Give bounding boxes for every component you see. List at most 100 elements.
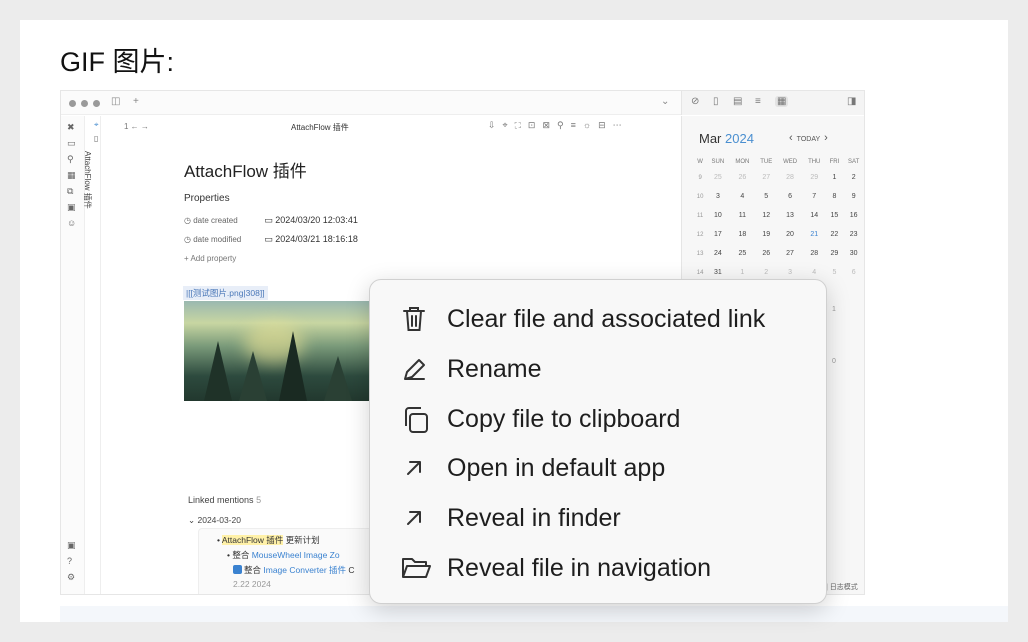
window-minimize-dot[interactable]: [81, 100, 88, 107]
note-title[interactable]: AttachFlow 插件: [184, 157, 307, 182]
calendar-day[interactable]: 25: [730, 244, 756, 263]
calendar-day[interactable]: 26: [730, 168, 756, 187]
graph-icon[interactable]: ⚲: [67, 154, 74, 165]
prev-month-button[interactable]: ‹: [789, 132, 793, 144]
calendar-day[interactable]: 2: [843, 168, 864, 187]
calendar-day[interactable]: 6: [777, 187, 803, 206]
calendar-day[interactable]: 5: [826, 263, 844, 282]
mention-line: • AttachFlow 插件 更新计划: [217, 535, 320, 545]
calendar-day[interactable]: 5: [755, 187, 777, 206]
calendar-day[interactable]: 3: [706, 187, 729, 206]
grid-icon[interactable]: ▦: [67, 170, 76, 181]
nav-history[interactable]: 1 ← →: [124, 122, 149, 131]
calendar-day[interactable]: 29: [826, 244, 844, 263]
calendar-day[interactable]: 8: [826, 187, 844, 206]
new-tab-icon[interactable]: +: [133, 96, 139, 107]
mention-line: • 整合 MouseWheel Image Zo: [227, 550, 340, 560]
week-number: 13: [696, 250, 704, 257]
calendar-day[interactable]: 24: [706, 244, 729, 263]
today-button[interactable]: TODAY: [797, 136, 820, 143]
next-month-button[interactable]: ›: [824, 132, 828, 144]
help-icon[interactable]: ?: [67, 556, 72, 566]
menu-item-copy-file[interactable]: Copy file to clipboard: [370, 394, 828, 442]
menu-item-clear-file[interactable]: Clear file and associated link: [370, 294, 828, 342]
page-heading: GIF 图片:: [60, 47, 174, 77]
calendar-day[interactable]: 21: [803, 225, 826, 244]
vertical-tab-title[interactable]: AttachFlow 插件: [82, 151, 93, 209]
menu-item-open-default-app[interactable]: Open in default app: [370, 443, 828, 491]
smile-icon[interactable]: ☺: [67, 218, 76, 228]
weekday-header: MON: [735, 159, 750, 165]
menu-label: Clear file and associated link: [447, 305, 766, 333]
window-close-dot[interactable]: [69, 100, 76, 107]
calendar-day[interactable]: 12: [755, 206, 777, 225]
sidebar-toggle-icon[interactable]: ◫: [111, 96, 120, 107]
menu-item-reveal-in-finder[interactable]: Reveal in finder: [370, 493, 828, 541]
checkbox-checked[interactable]: [233, 565, 242, 574]
calendar-day[interactable]: 6: [843, 263, 864, 282]
calendar-day[interactable]: 23: [843, 225, 864, 244]
layout-icon[interactable]: ▣: [67, 202, 76, 213]
mention-group[interactable]: ⌄ 2024-03-20: [188, 515, 241, 526]
mention-line: 2.22 2024: [233, 579, 271, 589]
calendar-day[interactable]: 28: [803, 244, 826, 263]
menu-item-rename[interactable]: Rename: [370, 344, 828, 392]
embedded-image[interactable]: [184, 301, 371, 401]
calendar-day[interactable]: 15: [826, 206, 844, 225]
calendar-day[interactable]: 26: [755, 244, 777, 263]
calendar-day[interactable]: 27: [777, 244, 803, 263]
arrow-up-right-icon: [407, 461, 421, 475]
calendar-day[interactable]: 29: [803, 168, 826, 187]
window-zoom-dot[interactable]: [93, 100, 100, 107]
editor-toolbar[interactable]: ⇩⌖⛶⊡⊠⚲≡☼⊟⋯: [488, 120, 629, 131]
calendar-day[interactable]: 1: [826, 168, 844, 187]
properties-label: Properties: [184, 193, 230, 204]
property-value[interactable]: 2024/03/20 12:03:41: [275, 215, 358, 225]
calendar-day[interactable]: 7: [803, 187, 826, 206]
calendar-tab-icon[interactable]: ▦: [775, 96, 789, 107]
embed-link[interactable]: |[[测试图片.png|308]]: [183, 286, 268, 300]
calendar-nav: ‹ TODAY ›: [785, 132, 832, 144]
calendar-day[interactable]: 14: [803, 206, 826, 225]
calendar-day[interactable]: 19: [755, 225, 777, 244]
chevron-down-icon[interactable]: ⌄: [661, 96, 669, 107]
vault-icon[interactable]: ▣: [67, 540, 76, 551]
settings-icon[interactable]: ⚙: [67, 572, 75, 583]
add-property-button[interactable]: + Add property: [184, 254, 236, 263]
calendar-day[interactable]: 4: [730, 187, 756, 206]
calendar-day[interactable]: 28: [777, 168, 803, 187]
calendar-day[interactable]: 17: [706, 225, 729, 244]
property-name: date modified: [193, 235, 242, 244]
linked-mentions-header[interactable]: Linked mentions 5: [188, 495, 261, 505]
weekday-header: THU: [808, 159, 821, 165]
calendar-day[interactable]: 9: [843, 187, 864, 206]
calendar-day[interactable]: 11: [730, 206, 756, 225]
calendar-day[interactable]: 18: [730, 225, 756, 244]
calendar-day[interactable]: 30: [843, 244, 864, 263]
internal-link[interactable]: Image Converter 插件: [263, 565, 346, 575]
highlighted-link[interactable]: AttachFlow 插件: [221, 535, 284, 545]
internal-link[interactable]: MouseWheel Image Zo: [252, 550, 340, 560]
calendar-day[interactable]: 22: [826, 225, 844, 244]
mention-preview[interactable]: • AttachFlow 插件 更新计划 • 整合 MouseWheel Ima…: [198, 528, 388, 594]
tag-icon[interactable]: ⊘: [691, 96, 699, 107]
outline-icon[interactable]: ≡: [755, 96, 761, 107]
calendar-day[interactable]: 13: [777, 206, 803, 225]
file-icon[interactable]: ▭: [67, 138, 76, 149]
property-value[interactable]: 2024/03/21 18:16:18: [275, 234, 358, 244]
bookmark-icon[interactable]: ▯: [713, 96, 719, 107]
archive-icon[interactable]: ▤: [733, 96, 742, 107]
calendar-day[interactable]: 25: [706, 168, 729, 187]
calendar-day[interactable]: 20: [777, 225, 803, 244]
journal-mode-label[interactable]: | 日志模式: [826, 582, 858, 592]
right-sidebar-toggle-icon[interactable]: ◨: [847, 96, 856, 107]
tools-icon[interactable]: ✖: [67, 122, 75, 133]
calendar-day[interactable]: 16: [843, 206, 864, 225]
menu-item-reveal-in-navigation[interactable]: Reveal file in navigation: [370, 543, 828, 591]
calendar-day[interactable]: 10: [706, 206, 729, 225]
pin-icon[interactable]: ⌖: [94, 120, 99, 130]
menu-label: Open in default app: [447, 454, 666, 482]
mention-line: 整合 Image Converter 插件 C: [233, 564, 355, 576]
calendar-day[interactable]: 27: [755, 168, 777, 187]
copy-pages-icon[interactable]: ⧉: [67, 186, 73, 197]
